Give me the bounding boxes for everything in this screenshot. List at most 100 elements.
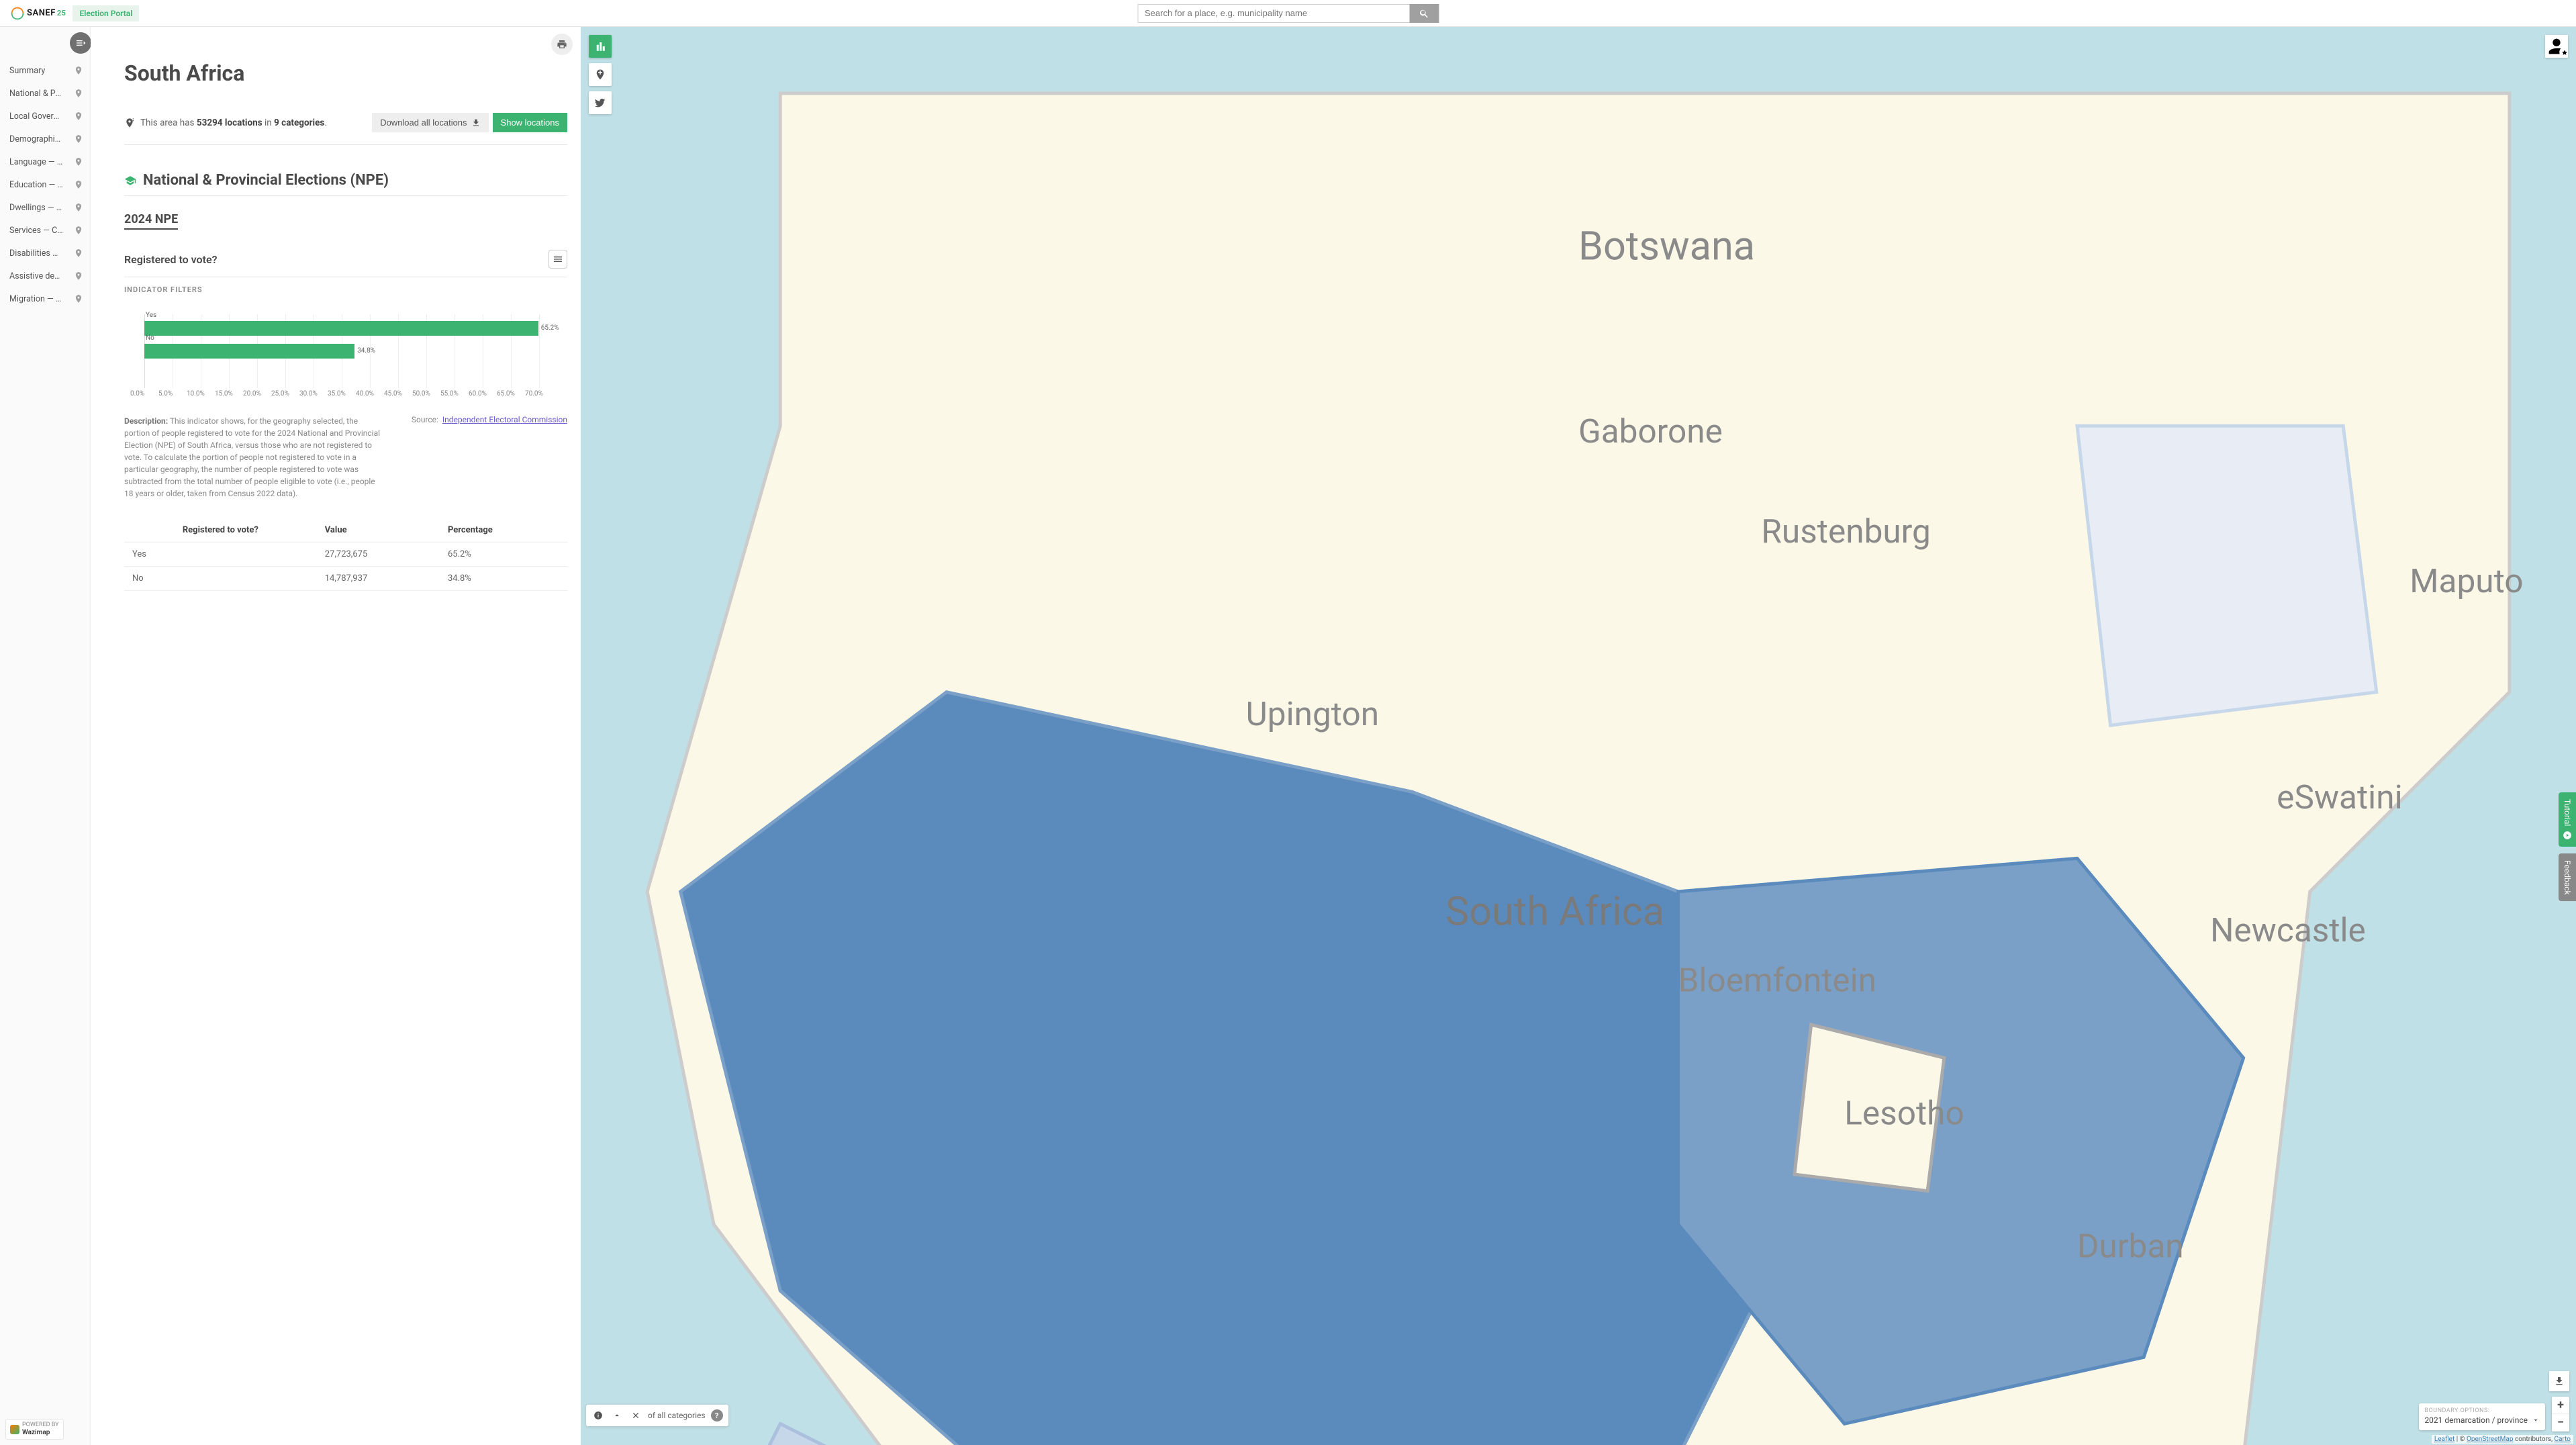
sidebar-item-label: Services — Cens... <box>9 226 63 236</box>
sidebar-item-label: Summary <box>9 66 45 76</box>
svg-text:South Africa: South Africa <box>1445 888 1664 935</box>
pin-icon[interactable] <box>73 247 85 259</box>
sidebar-item[interactable]: National & Provi... <box>0 82 90 105</box>
sidebar: Summary National & Provi...Local Governme… <box>0 27 91 1445</box>
poweredby-badge[interactable]: POWERED BY Wazimap <box>5 1419 64 1440</box>
tutorial-tab[interactable]: Tutorial <box>2559 792 2576 846</box>
table-row: No14,787,93734.8% <box>124 567 567 591</box>
sidebar-item[interactable]: Assistive device... <box>0 265 90 287</box>
zoom-controls: + − <box>2552 1397 2569 1432</box>
sidebar-item[interactable]: Summary <box>0 59 90 82</box>
map[interactable]: South Africa Bloemfontein Upington Durba… <box>581 27 2576 1445</box>
map-add-location-button[interactable] <box>589 63 612 86</box>
sidebar-item-label: Language — Cen... <box>9 157 63 167</box>
zoom-in-button[interactable]: + <box>2552 1397 2569 1414</box>
pin-icon[interactable] <box>73 64 85 77</box>
sidebar-item[interactable]: Dwellings — Cen... <box>0 196 90 219</box>
popup-help[interactable]: ? <box>711 1409 723 1421</box>
portal-pill[interactable]: Election Portal <box>73 5 139 21</box>
pin-icon[interactable] <box>73 87 85 99</box>
menu-collapse-icon <box>75 38 86 48</box>
svg-text:Maputo: Maputo <box>2410 562 2523 601</box>
sidebar-item[interactable]: Migration — Cen... <box>0 287 90 310</box>
sidebar-item-label: Disabilities — Ce... <box>9 248 63 259</box>
svg-text:Gaborone: Gaborone <box>1578 412 1723 451</box>
sidebar-item[interactable]: Services — Cens... <box>0 219 90 242</box>
sidebar-item[interactable]: Language — Cen... <box>0 150 90 173</box>
bar <box>144 321 538 336</box>
pin-icon[interactable] <box>73 201 85 214</box>
sidebar-item[interactable]: Disabilities — Ce... <box>0 242 90 265</box>
topbar: SANEF25 Election Portal <box>0 0 2576 27</box>
logo-suffix: 25 <box>57 9 66 17</box>
logo[interactable]: SANEF25 <box>11 7 66 20</box>
bar-value: 34.8% <box>357 347 375 355</box>
pin-icon[interactable] <box>73 156 85 168</box>
carto-link[interactable]: Carto <box>2555 1436 2571 1443</box>
zoom-out-button[interactable]: − <box>2552 1414 2569 1432</box>
svg-text:Upington: Upington <box>1246 695 1379 734</box>
filters-label: INDICATOR FILTERS <box>124 285 567 294</box>
page-title: South Africa <box>124 60 567 86</box>
map-attribution: Leaflet | © OpenStreetMap contributors, … <box>2432 1435 2573 1444</box>
map-download-button[interactable] <box>2549 1371 2569 1391</box>
svg-text:eSwatini: eSwatini <box>2277 778 2402 817</box>
popup-expand[interactable] <box>610 1409 624 1422</box>
popup-info[interactable] <box>591 1409 605 1422</box>
pin-icon[interactable] <box>73 110 85 122</box>
pin-icon[interactable] <box>73 179 85 191</box>
svg-text:Durban: Durban <box>2077 1227 2184 1266</box>
map-svg: South Africa Bloemfontein Upington Durba… <box>581 27 2576 1445</box>
search-button[interactable] <box>1409 4 1439 23</box>
boundary-label: BOUNDARY OPTIONS: <box>2424 1407 2540 1414</box>
map-user-settings-button[interactable] <box>2545 35 2568 58</box>
subsection-head: 2024 NPE <box>124 212 178 230</box>
logo-text: SANEF <box>27 8 56 18</box>
boundary-value: 2021 demarcation / province <box>2424 1415 2528 1425</box>
sidebar-item-label: Migration — Cen... <box>9 294 63 304</box>
download-all-button[interactable]: Download all locations <box>372 113 488 132</box>
locations-summary: This area has 53294 locations in 9 categ… <box>124 118 327 128</box>
close-icon <box>631 1411 640 1420</box>
sidebar-item[interactable]: Education — Cen... <box>0 173 90 196</box>
sidebar-item-label: Dwellings — Cen... <box>9 203 63 213</box>
bird-icon <box>594 97 606 109</box>
bar-row: No34.8% <box>144 341 567 364</box>
search-icon <box>1419 8 1429 19</box>
boundary-options[interactable]: BOUNDARY OPTIONS: 2021 demarcation / pro… <box>2419 1403 2545 1430</box>
svg-text:Lesotho: Lesotho <box>1844 1094 1964 1133</box>
search-input[interactable] <box>1137 4 1409 23</box>
svg-text:Botswana: Botswana <box>1578 223 1755 270</box>
osm-link[interactable]: OpenStreetMap <box>2467 1436 2514 1443</box>
bar <box>144 344 354 359</box>
show-locations-button[interactable]: Show locations <box>493 113 567 132</box>
sidebar-item[interactable]: Demographics —... <box>0 128 90 150</box>
info-icon <box>593 1411 603 1420</box>
source-link[interactable]: Independent Electoral Commission <box>442 415 567 424</box>
sidebar-toggle[interactable] <box>70 32 91 54</box>
map-controls-left <box>589 35 612 114</box>
categories-popup: of all categories ? <box>586 1405 728 1426</box>
pin-icon[interactable] <box>73 133 85 145</box>
popup-close[interactable] <box>629 1409 642 1422</box>
bar-value: 65.2% <box>541 324 559 332</box>
bar-row: Yes65.2% <box>144 318 567 341</box>
map-twitter-button[interactable] <box>589 91 612 114</box>
chevron-down-icon <box>2532 1416 2540 1424</box>
pin-icon[interactable] <box>73 270 85 282</box>
leaflet-link[interactable]: Leaflet <box>2434 1436 2454 1443</box>
popup-text: of all categories <box>648 1411 706 1420</box>
chevron-up-icon <box>612 1411 622 1420</box>
print-icon <box>557 39 567 50</box>
print-button[interactable] <box>551 34 573 55</box>
logo-icon <box>11 7 24 20</box>
map-layers-button[interactable] <box>589 35 612 58</box>
pin-icon[interactable] <box>73 293 85 305</box>
pin-icon[interactable] <box>73 224 85 236</box>
table-row: Yes27,723,67565.2% <box>124 543 567 567</box>
chart-menu-button[interactable] <box>548 250 567 269</box>
table-header: Percentage <box>440 518 567 543</box>
sidebar-item[interactable]: Local Governme... <box>0 105 90 128</box>
feedback-tab[interactable]: Feedback <box>2559 853 2576 902</box>
svg-text:Newcastle: Newcastle <box>2210 911 2366 950</box>
